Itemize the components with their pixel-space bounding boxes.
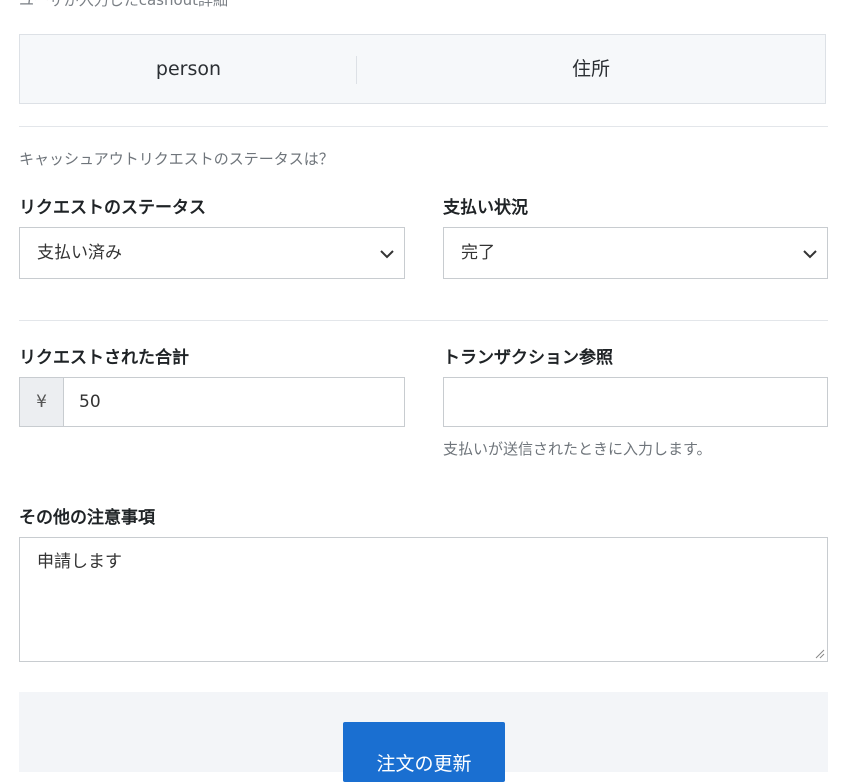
notes-label: その他の注意事項 <box>19 508 155 528</box>
chevron-down-icon <box>803 250 817 259</box>
payment-status-select[interactable]: 完了 <box>443 227 828 279</box>
user-info-panel: person 住所 <box>19 34 826 104</box>
currency-prefix: ¥ <box>20 378 64 426</box>
transaction-ref-input[interactable] <box>443 377 828 427</box>
update-order-button[interactable]: 注文の更新 <box>343 722 505 782</box>
notes-value: 申請します <box>37 552 122 572</box>
requested-total-value: 50 <box>79 392 101 412</box>
requested-total-label: リクエストされた合計 <box>19 348 189 368</box>
request-status-label: リクエストのステータス <box>19 198 206 218</box>
transaction-ref-help: 支払いが送信されたときに入力します。 <box>443 440 712 458</box>
transaction-ref-label: トランザクション参照 <box>443 348 613 368</box>
resize-grip-icon[interactable] <box>815 649 825 659</box>
divider <box>19 126 828 127</box>
status-question: キャッシュアウトリクエストのステータスは？ <box>19 150 334 168</box>
payment-status-label: 支払い状況 <box>443 198 528 218</box>
payment-status-value: 完了 <box>461 243 495 263</box>
request-status-value: 支払い済み <box>37 243 122 263</box>
user-name: person <box>155 58 222 80</box>
chevron-down-icon <box>380 250 394 259</box>
section-heading: ユーザが入力したcashout詳細 <box>19 0 229 9</box>
notes-textarea[interactable]: 申請します <box>19 537 828 662</box>
divider <box>19 320 828 321</box>
request-status-select[interactable]: 支払い済み <box>19 227 405 279</box>
user-address: 住所 <box>571 58 610 80</box>
cashout-detail-form: ユーザが入力したcashout詳細 person 住所 キャッシュアウトリクエス… <box>0 0 856 782</box>
requested-total-input[interactable]: ¥ 50 <box>19 377 405 427</box>
